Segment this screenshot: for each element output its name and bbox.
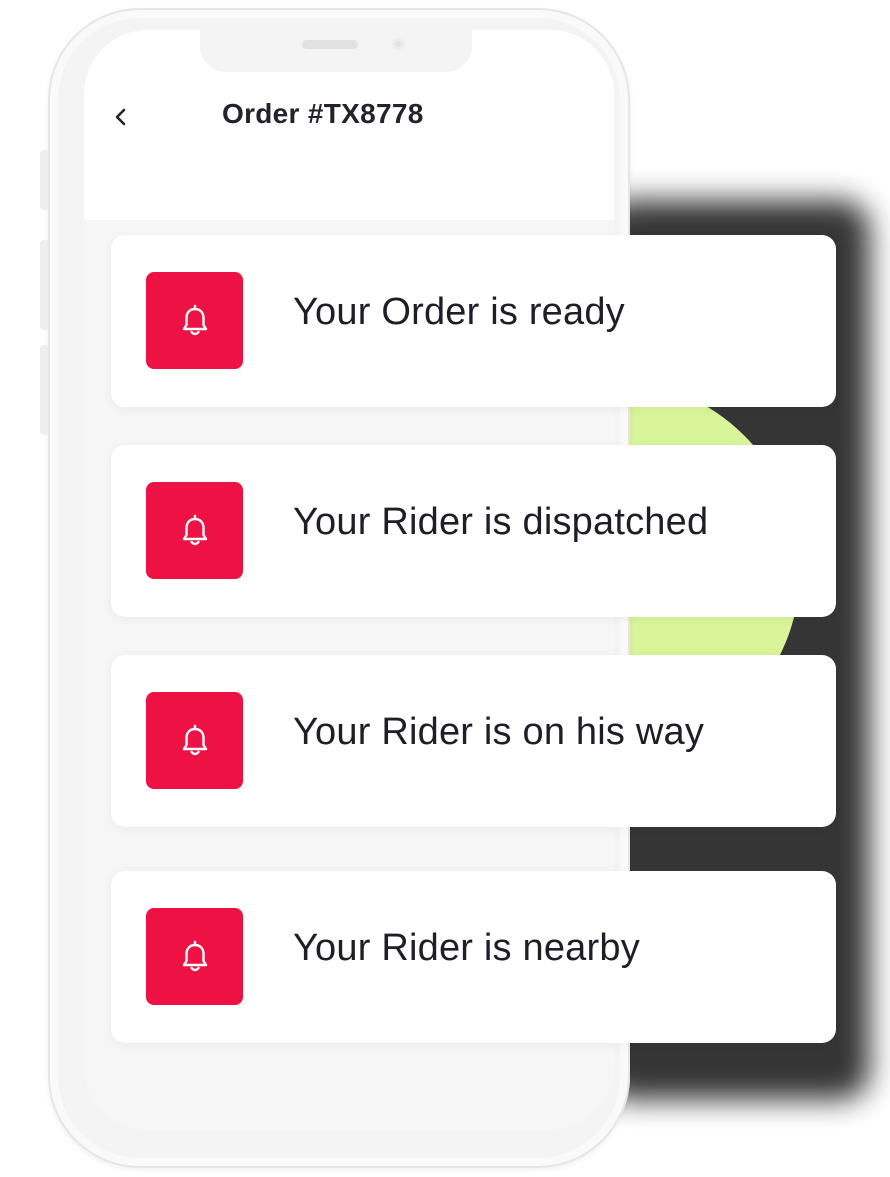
notification-card[interactable]: Your Rider is on his way xyxy=(111,655,836,827)
phone-notch-cutout xyxy=(200,30,472,72)
notification-text: Your Order is ready xyxy=(293,291,625,333)
bell-icon xyxy=(146,482,243,579)
notification-text: Your Rider is on his way xyxy=(293,711,705,753)
phone-speaker xyxy=(302,40,358,49)
notification-card[interactable]: Your Order is ready xyxy=(111,235,836,407)
notification-card[interactable]: Your Rider is dispatched xyxy=(111,445,836,617)
phone-side-button xyxy=(40,150,48,210)
back-button[interactable] xyxy=(106,100,136,134)
phone-side-button xyxy=(40,345,48,435)
bell-icon xyxy=(146,692,243,789)
notification-text: Your Rider is dispatched xyxy=(293,501,709,543)
promo-stage: Order #TX8778 Your Order is ready Your R… xyxy=(0,0,890,1177)
phone-camera xyxy=(392,38,404,50)
bell-icon xyxy=(146,272,243,369)
notification-card[interactable]: Your Rider is nearby xyxy=(111,871,836,1043)
phone-side-button xyxy=(40,240,48,330)
chevron-left-icon xyxy=(115,108,126,126)
notification-text: Your Rider is nearby xyxy=(293,927,640,969)
bell-icon xyxy=(146,908,243,1005)
page-title: Order #TX8778 xyxy=(222,98,424,129)
